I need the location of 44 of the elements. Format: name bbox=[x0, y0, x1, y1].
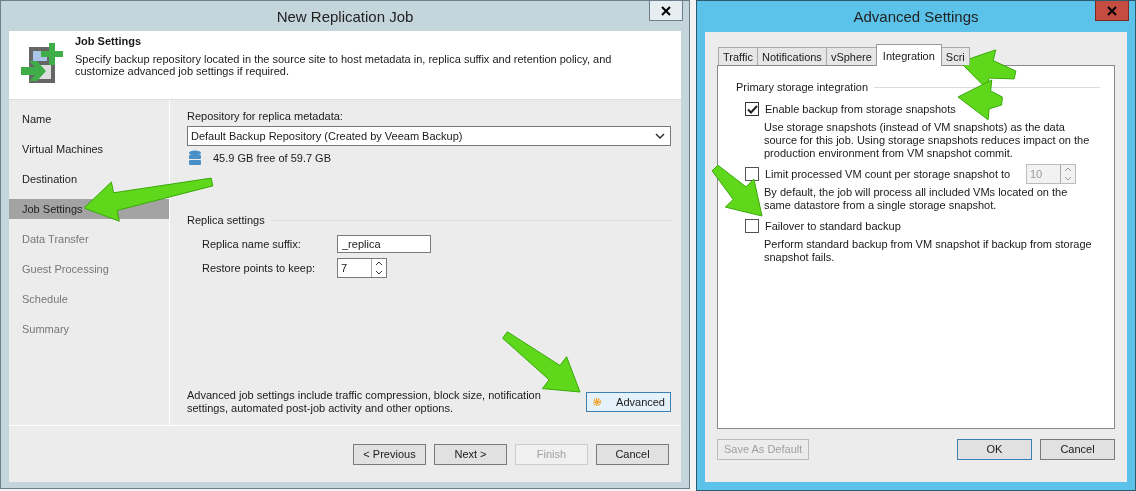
annotation-arrow bbox=[957, 79, 1003, 121]
restore-points-spinner[interactable]: 7 bbox=[337, 258, 387, 278]
group-title: Replica settings bbox=[187, 214, 265, 226]
option-label: Limit processed VM count per storage snapshot to bbox=[765, 168, 1011, 180]
option-label: Enable backup from storage snapshots bbox=[765, 103, 956, 115]
checkbox[interactable] bbox=[745, 167, 759, 181]
annotation-arrow bbox=[711, 164, 763, 217]
free-space-text: 45.9 GB free of 59.7 GB bbox=[213, 152, 331, 164]
dialog-button[interactable]: Cancel bbox=[1040, 438, 1115, 460]
dialog-button[interactable]: OK bbox=[957, 438, 1032, 460]
tab[interactable]: Traffic bbox=[718, 47, 758, 65]
checkbox[interactable] bbox=[745, 219, 759, 233]
page-title: Job Settings bbox=[75, 35, 142, 47]
step-item[interactable]: Virtual Machines bbox=[9, 139, 169, 159]
window-title: New Replication Job bbox=[276, 7, 414, 25]
group-title: Primary storage integration bbox=[736, 81, 869, 93]
close-icon bbox=[1107, 5, 1117, 16]
option-label: Failover to standard backup bbox=[765, 220, 901, 232]
close-icon bbox=[661, 5, 671, 16]
advanced-note: Advanced job settings include traffic compression, block size, notification settings, automated post-job activity and other options. bbox=[187, 389, 542, 415]
field-label: Replica name suffix: bbox=[202, 238, 302, 250]
repository-dropdown[interactable]: Default Backup Repository (Created by Veeam Backup) bbox=[187, 126, 671, 146]
field-label: Restore points to keep: bbox=[202, 262, 317, 274]
window-title: Advanced Settings bbox=[853, 8, 979, 25]
option-description: By default, the job will process all included VMs located on the same datastore from a single storage snapshot. bbox=[763, 185, 1069, 212]
chevron-icon bbox=[655, 133, 665, 139]
tab[interactable]: Scri bbox=[940, 47, 970, 65]
option-description: Use storage snapshots (instead of VM snapshots) as the data source for this job. Using storage snapshots reduces impact on the production environment from VM snapshot commit. bbox=[763, 120, 1091, 160]
option-description: Perform standard backup from VM snapshot if backup from storage snapshot fails. bbox=[763, 237, 1093, 264]
tab[interactable]: Notifications bbox=[756, 47, 827, 65]
wizard-button[interactable]: Cancel bbox=[596, 443, 669, 465]
database-icon bbox=[189, 150, 201, 166]
close-button[interactable] bbox=[649, 1, 683, 21]
tab[interactable]: Integration bbox=[875, 44, 942, 66]
field-label: Repository for replica metadata: bbox=[187, 110, 344, 122]
wizard-button[interactable]: < Previous bbox=[353, 443, 426, 465]
checkbox[interactable] bbox=[745, 102, 759, 116]
step-item[interactable]: Destination bbox=[9, 169, 169, 189]
page-description: Specify backup repository located in the source site to host metadata in, replica suffix and retention policy, and customize advanced job settings if required. bbox=[75, 53, 613, 77]
step-item[interactable]: Name bbox=[9, 109, 169, 129]
advanced-button[interactable]: Advanced bbox=[586, 392, 671, 412]
tab[interactable]: vSphere bbox=[825, 47, 877, 65]
suffix-field[interactable]: _replica bbox=[337, 235, 431, 253]
wizard-button[interactable]: Next > bbox=[434, 443, 507, 465]
